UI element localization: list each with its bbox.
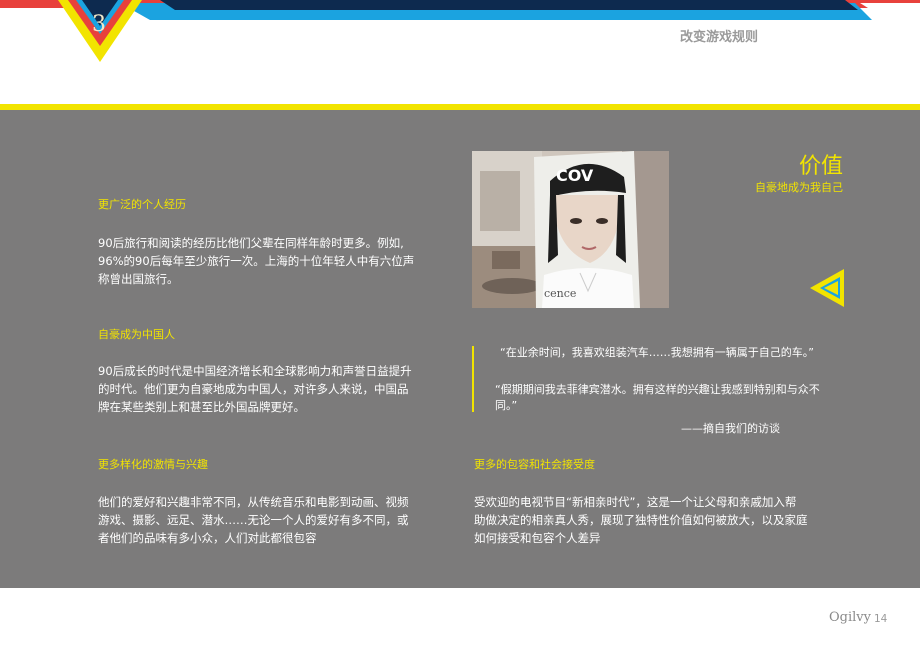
paragraph-proud-chinese: 90后成长的时代是中国经济增长和全球影响力和声誉日益提升 的时代。他们更为自豪地… xyxy=(98,364,412,414)
quote-rule xyxy=(472,346,474,412)
value-subtitle: 自豪地成为我自己 xyxy=(755,181,843,194)
section-title: 改变游戏规则 xyxy=(679,30,758,45)
cap-text: COV xyxy=(556,166,594,185)
heading-personal-experience: 更广泛的个人经历 xyxy=(98,198,186,211)
shirt-text: cence xyxy=(544,287,576,300)
quote-1: “在业余时间，我喜欢组装汽车……我想拥有一辆属于自己的车。” xyxy=(500,346,814,359)
paragraph-personal-experience: 90后旅行和阅读的经历比他们父辈在同样年龄时更多。例如, 96%的90后每年至少… xyxy=(98,236,415,286)
paragraph-inclusion: 受欢迎的电视节目“新相亲时代”，这是一个让父母和亲戚加入帮 助做决定的相亲真人秀… xyxy=(474,495,808,545)
left-arrow-icon xyxy=(810,269,844,307)
heading-inclusion: 更多的包容和社会接受度 xyxy=(474,458,595,471)
paragraph-diverse-interests: 他们的爱好和兴趣非常不同，从传统音乐和电影到动画、视频 游戏、摄影、远足、潜水…… xyxy=(98,495,409,545)
heading-proud-chinese: 自豪成为中国人 xyxy=(98,328,175,341)
quote-source: ——摘自我们的访谈 xyxy=(681,422,780,435)
quote-2: “假期期间我去菲律宾潜水。拥有这样的兴趣让我感到特别和与众不 同。” xyxy=(495,383,820,412)
heading-diverse-interests: 更多样化的激情与兴趣 xyxy=(98,458,208,471)
page-number: 14 xyxy=(874,613,888,625)
portrait-photo: COV cence xyxy=(472,151,669,308)
chapter-number: 3 xyxy=(92,12,106,37)
value-title: 价值 xyxy=(798,154,843,179)
ogilvy-logo: Ogilvy xyxy=(829,610,871,625)
